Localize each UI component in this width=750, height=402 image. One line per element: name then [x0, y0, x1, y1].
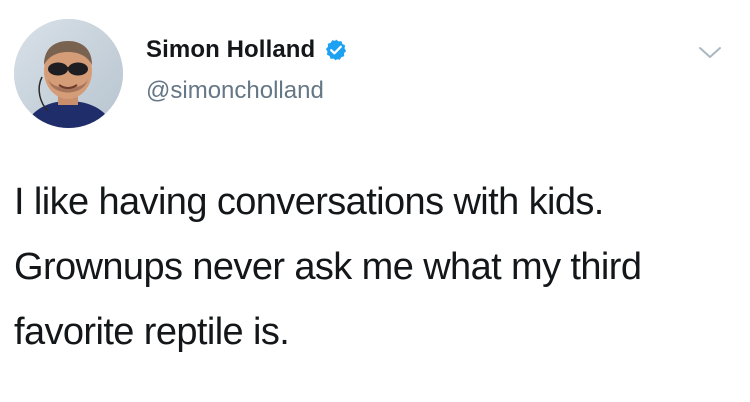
tweet-text-line: I like having conversations with kids. [14, 181, 604, 223]
tweet-text-line: favorite reptile is. [14, 311, 290, 353]
tweet-header: Simon Holland @simoncholland [146, 33, 348, 105]
verified-badge-icon [324, 38, 348, 62]
tweet-card: Simon Holland @simoncholland I like havi… [0, 0, 750, 402]
name-row: Simon Holland [146, 33, 348, 67]
avatar[interactable] [14, 19, 123, 128]
tweet-text-line: Grownups never ask me what my third [14, 246, 642, 288]
display-name[interactable]: Simon Holland [146, 36, 315, 64]
tweet-text: I like having conversations with kids. G… [14, 170, 736, 365]
chevron-down-icon[interactable] [697, 44, 723, 62]
avatar-photo [14, 19, 123, 128]
user-handle[interactable]: @simoncholland [146, 77, 348, 105]
